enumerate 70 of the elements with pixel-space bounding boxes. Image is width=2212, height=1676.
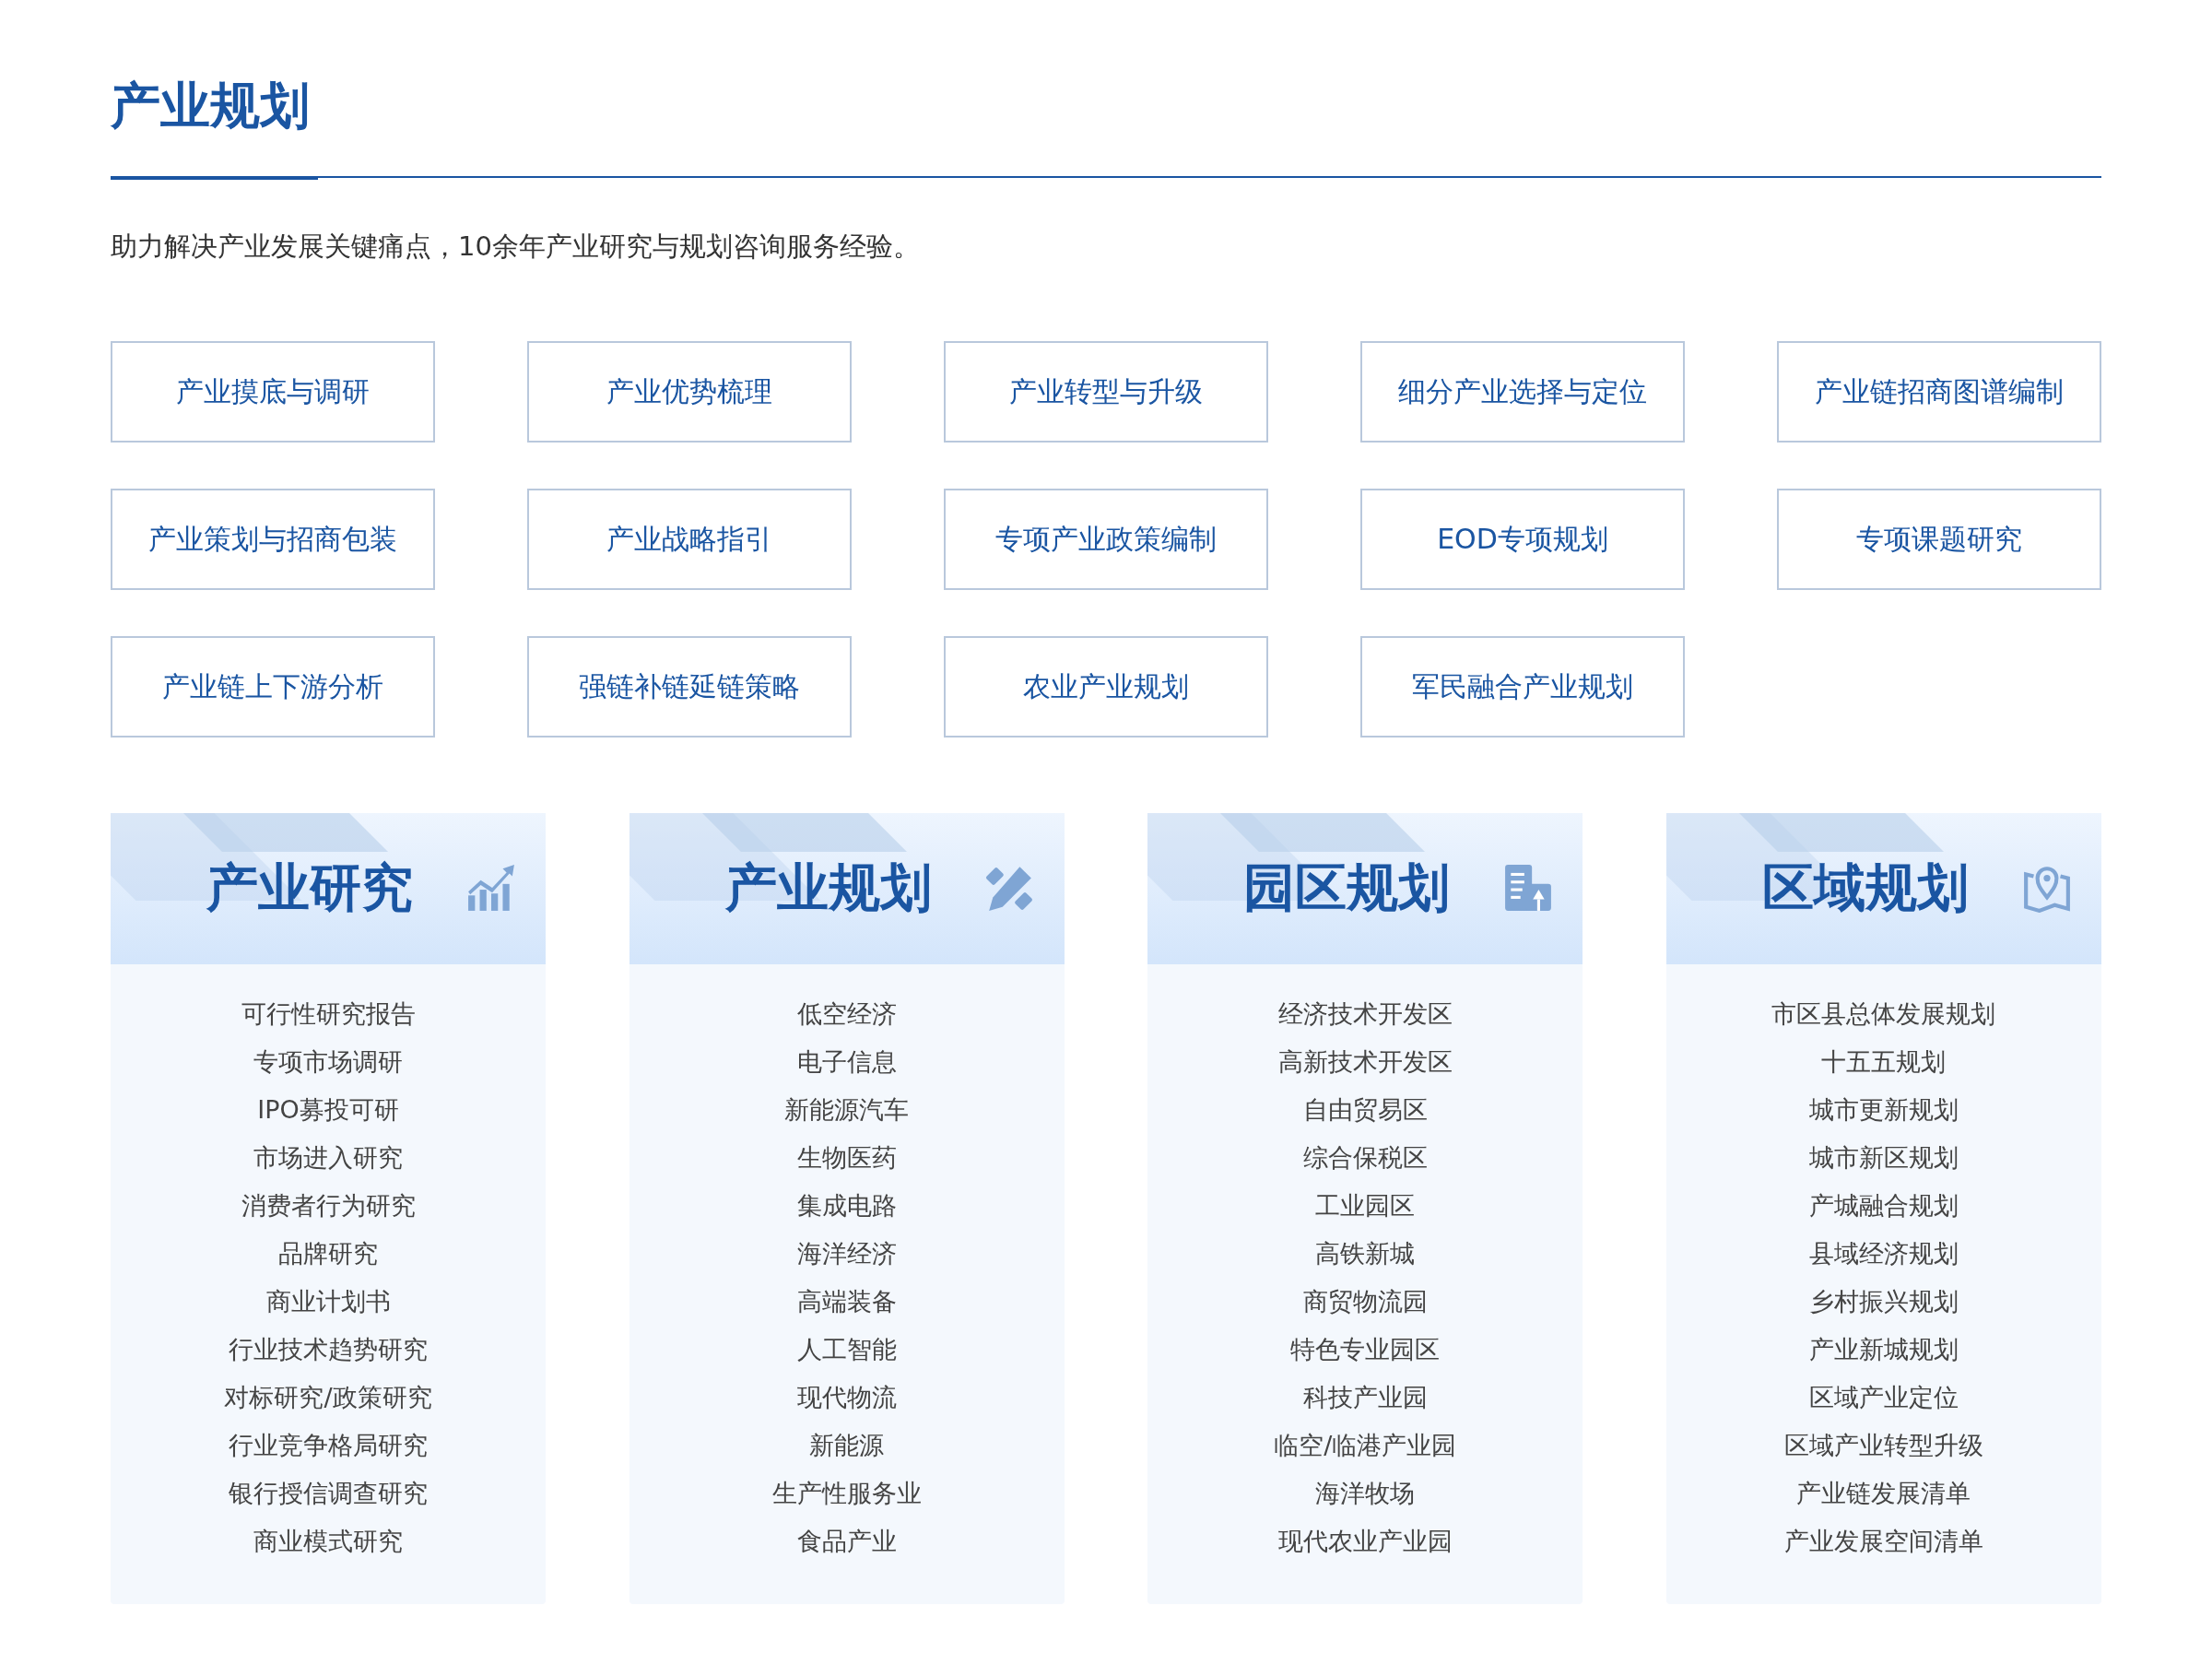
list-item: 高新技术开发区 [1277,1047,1453,1077]
service-tag: 产业链招商图谱编制 [1777,341,2101,443]
list-item: 食品产业 [796,1527,897,1556]
list-item: 临空/临港产业园 [1274,1431,1457,1460]
list-item: 集成电路 [796,1191,897,1221]
list-item: 市区县总体发展规划 [1771,999,1996,1029]
card-title: 产业规划 [724,856,932,920]
intro-text: 助力解决产业发展关键痛点，10余年产业研究与规划咨询服务经验。 [111,230,921,265]
list-item: 区域产业转型升级 [1783,1431,1983,1460]
list-item: 商业计划书 [265,1287,391,1316]
service-tag: 农业产业规划 [944,636,1268,738]
list-item: 产业链发展清单 [1796,1479,1971,1508]
service-tag: 产业链上下游分析 [111,636,435,738]
list-item: 经济技术开发区 [1277,999,1453,1029]
list-item: 特色专业园区 [1290,1335,1441,1364]
card-title: 区域规划 [1761,856,1969,920]
list-item: 市场进入研究 [253,1143,403,1173]
list-item: 现代农业产业园 [1277,1527,1453,1556]
list-item: 专项市场调研 [253,1047,403,1077]
list-item: 高铁新城 [1315,1239,1416,1269]
list-item: 对标研究/政策研究 [224,1383,432,1412]
service-tag: EOD专项规划 [1360,489,1685,591]
list-item: 高端装备 [796,1287,897,1316]
service-tag: 产业转型与升级 [944,341,1268,443]
service-tag: 产业策划与招商包装 [111,489,435,591]
list-item: 海洋牧场 [1315,1479,1416,1508]
list-item: 消费者行为研究 [241,1191,416,1221]
list-item: 行业竞争格局研究 [229,1431,428,1460]
page-title: 产业规划 [111,76,311,136]
card-title: 产业研究 [206,856,413,920]
service-tag: 产业战略指引 [527,489,852,591]
service-tag: 细分产业选择与定位 [1360,341,1685,443]
list-item: 人工智能 [796,1335,897,1364]
list-item: 自由贸易区 [1302,1095,1428,1125]
list-item: 产业发展空间清单 [1783,1527,1983,1556]
service-tag: 专项课题研究 [1777,489,2101,591]
service-tag: 专项产业政策编制 [944,489,1268,591]
service-tag: 产业摸底与调研 [111,341,435,443]
list-item: 低空经济 [796,999,897,1029]
list-item: 乡村振兴规划 [1808,1287,1959,1316]
list-item: 生产性服务业 [771,1479,922,1508]
list-item: 可行性研究报告 [241,999,416,1029]
list-item: 产城融合规划 [1808,1191,1959,1221]
list-item: 现代物流 [796,1383,897,1412]
document-tree-icon [1503,863,1554,914]
list-item: 商贸物流园 [1302,1287,1428,1316]
list-item: IPO募投可研 [257,1095,399,1125]
list-item: 生物医药 [796,1143,897,1173]
list-item: 综合保税区 [1302,1143,1428,1173]
list-item: 区域产业定位 [1808,1383,1959,1412]
list-item: 海洋经济 [796,1239,897,1269]
list-item: 品牌研究 [278,1239,378,1269]
list-item: 银行授信调查研究 [229,1479,428,1508]
list-item: 城市更新规划 [1808,1095,1959,1125]
bar-chart-icon [466,863,516,914]
list-item: 产业新城规划 [1808,1335,1959,1364]
list-item: 工业园区 [1315,1191,1416,1221]
list-item: 商业模式研究 [253,1527,403,1556]
list-item: 科技产业园 [1302,1383,1428,1412]
list-item: 新能源 [809,1431,885,1460]
service-tag: 军民融合产业规划 [1360,636,1685,738]
service-tag: 产业优势梳理 [527,341,852,443]
list-item: 城市新区规划 [1808,1143,1959,1173]
list-item: 电子信息 [796,1047,897,1077]
service-tag: 强链补链延链策略 [527,636,852,738]
list-item: 县域经济规划 [1808,1239,1959,1269]
list-item: 新能源汽车 [784,1095,910,1125]
list-item: 十五五规划 [1821,1047,1947,1077]
list-item: 行业技术趋势研究 [229,1335,428,1364]
card-title: 园区规划 [1243,856,1451,920]
